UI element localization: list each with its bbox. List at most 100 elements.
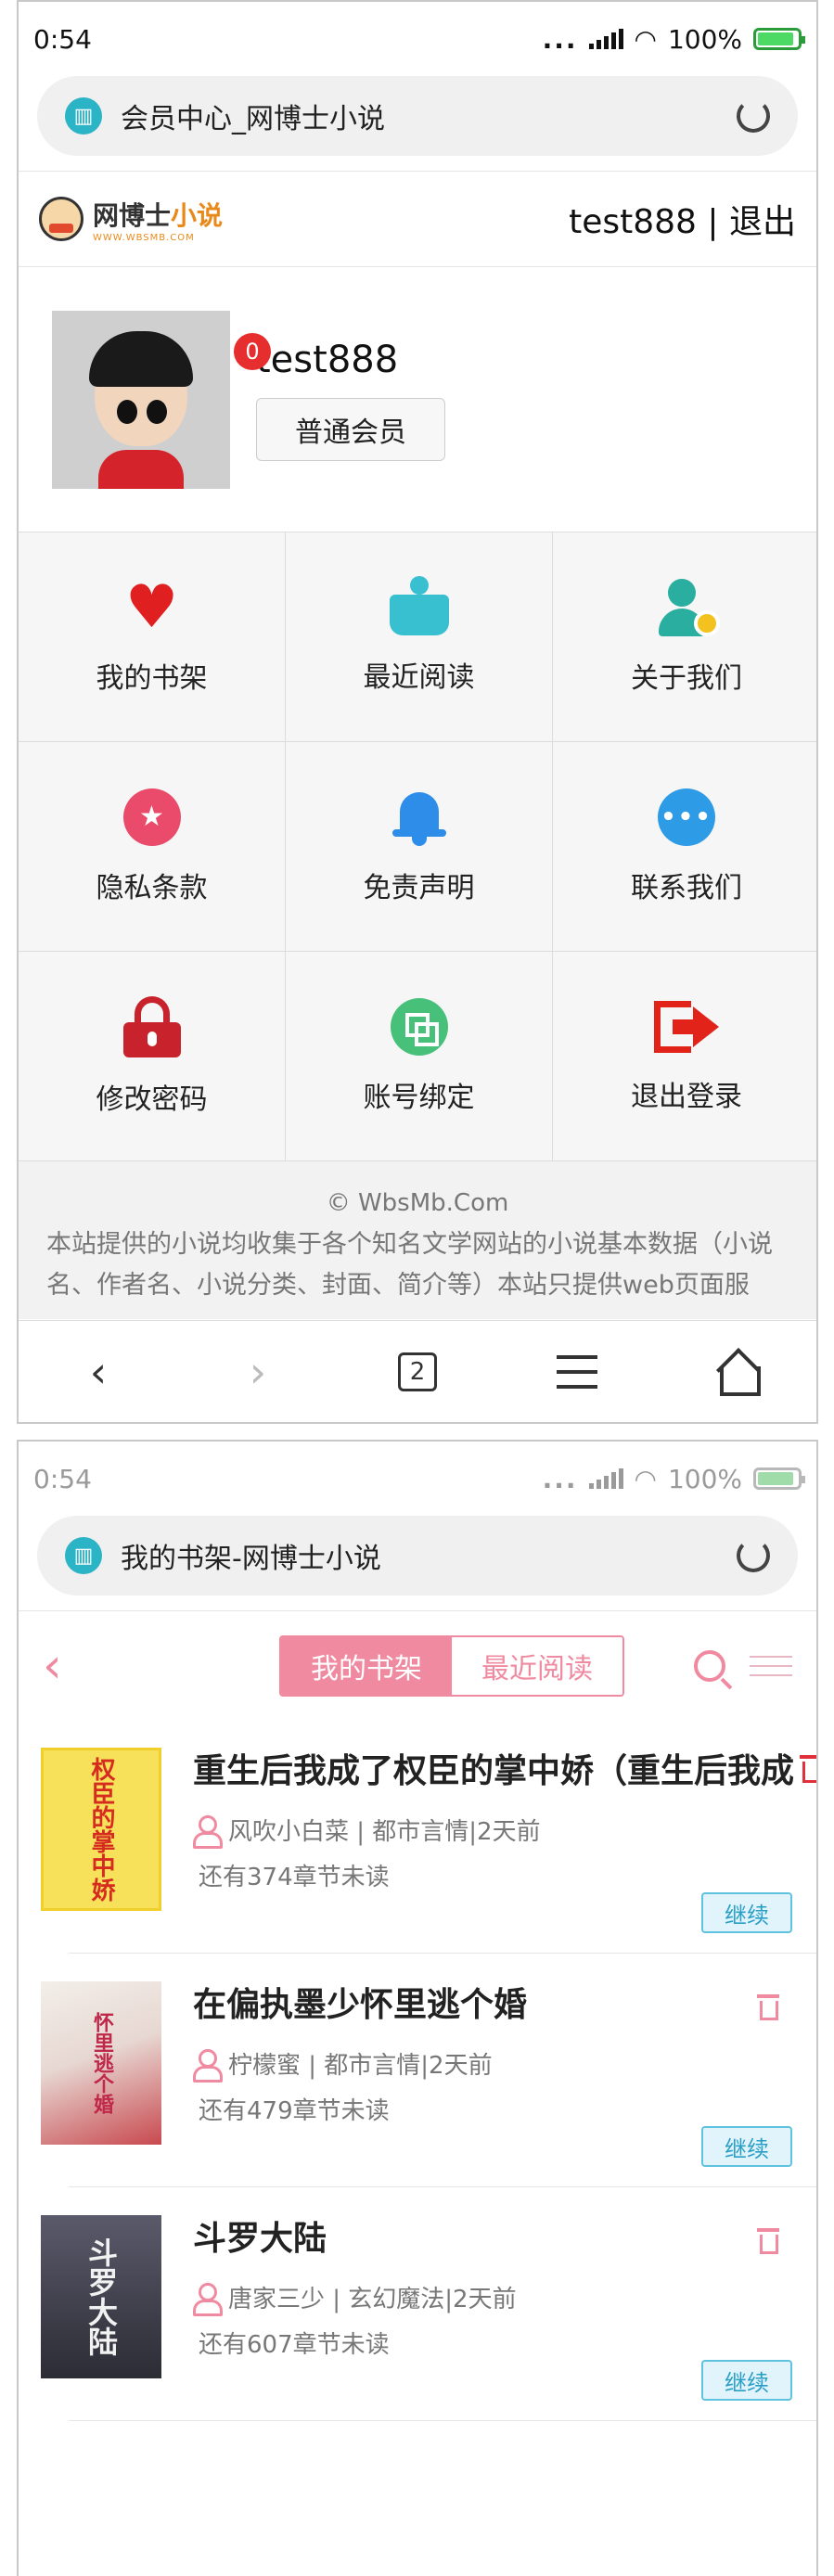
menu-label: 我的书架 [96,661,208,695]
cover-text: 怀里逃个婚 [90,2012,113,2114]
menu-privacy-terms[interactable]: ★ 隐私条款 [19,742,286,952]
header-logout-link[interactable]: 退出 [729,203,796,241]
site-footer: © WbsMb.Com 本站提供的小说均收集于各个知名文学网站的小说基本数据（小… [19,1161,816,1319]
book-cover[interactable]: 权臣的掌中娇 [41,1748,161,1911]
menu-label: 隐私条款 [96,871,208,904]
book-meta: 风吹小白菜 | 都市言情|2天前 [193,1813,816,1849]
footer-disclaimer: 本站提供的小说均收集于各个知名文学网站的小说基本数据（小说名、作者名、小说分类、… [46,1230,773,1300]
continue-button[interactable]: 继续 [701,2360,792,2401]
logo-reader-icon [39,197,83,241]
shelf-tabs: 我的书架 最近阅读 [279,1634,624,1697]
book-item[interactable]: 权臣的掌中娇 重生后我成了权臣的掌中娇（重生后我成 风吹小白菜 | 都市言情|2… [41,1720,816,1954]
avatar[interactable] [52,310,230,489]
author-icon [193,1814,223,1849]
book-item[interactable]: 斗罗大陆 斗罗大陆 唐家三少 | 玄幻魔法|2天前 还有607章节未读 继续 [41,2187,816,2421]
menu-label: 修改密码 [96,1083,208,1116]
home-icon[interactable] [699,1335,774,1409]
continue-button[interactable]: 继续 [701,2126,792,2167]
book-meta: 柠檬蜜 | 都市言情|2天前 [193,2046,816,2083]
header-tools [694,1649,792,1682]
address-bar[interactable]: ▥ 我的书架-网博士小说 [37,1516,798,1596]
book-cover[interactable]: 怀里逃个婚 [41,1981,161,2145]
reload-icon[interactable] [737,99,770,133]
menu-logout[interactable]: 退出登录 [553,952,816,1161]
menu-icon[interactable] [540,1335,614,1409]
menu-account-binding[interactable]: 账号绑定 [286,952,553,1161]
book-unread-count: 还有374章节未读 [199,1864,390,1891]
menu-label: 退出登录 [631,1080,742,1113]
book-cover[interactable]: 斗罗大陆 [41,2215,161,2378]
book-title[interactable]: 斗罗大陆 [193,2215,816,2263]
menu-icon[interactable] [750,1655,792,1676]
notification-dots-icon: ... [542,1463,578,1494]
link-squares-icon [390,997,448,1056]
book-unread-count: 还有479章节未读 [199,2097,390,2125]
browser-nav-bar: ‹ › 2 [19,1320,816,1422]
book-info: 重生后我成了权臣的掌中娇（重生后我成 风吹小白菜 | 都市言情|2天前 还有37… [193,1748,816,1954]
tab-recent-reading[interactable]: 最近阅读 [452,1636,622,1695]
member-menu-grid: ♥ 我的书架 最近阅读 关于我们 ★ 隐私条款 免责声明 ••• 联系我们 修改… [19,532,816,1161]
forward-icon[interactable]: › [221,1335,295,1409]
back-icon[interactable]: ‹ [61,1335,135,1409]
wifi-icon: ◠ [634,1463,657,1494]
menu-about-us[interactable]: 关于我们 [553,532,816,742]
address-bar[interactable]: ▥ 会员中心_网博士小说 [37,76,798,156]
tab-count: 2 [398,1352,437,1391]
signal-icon [588,29,623,49]
book-author-category: 柠檬蜜 | 都市言情|2天前 [228,2052,493,2080]
battery-icon [753,28,805,50]
bookshelf-screen: 0:54 ... ◠ 100% ▥ 我的书架-网博士小说 ‹ 我的书架 最近阅读… [17,1440,818,2576]
menu-recent-reading[interactable]: 最近阅读 [286,532,553,742]
search-icon[interactable] [694,1649,725,1682]
battery-percent: 100% [667,1463,742,1494]
book-icon: ▥ [65,97,102,135]
book-unread-count: 还有607章节未读 [199,2331,390,2359]
menu-change-password[interactable]: 修改密码 [19,952,286,1161]
book-meta: 唐家三少 | 玄幻魔法|2天前 [193,2280,816,2316]
trash-icon[interactable] [757,1994,779,2020]
status-icons: ... ◠ 100% [543,23,805,55]
tabs-button[interactable]: 2 [380,1335,455,1409]
back-arrow-icon[interactable]: ‹ [43,1638,80,1694]
book-title[interactable]: 在偏执墨少怀里逃个婚 [193,1981,816,2030]
delete-icon[interactable] [800,1755,816,1783]
tab-bookshelf[interactable]: 我的书架 [281,1636,452,1695]
profile-username: test888 [256,338,399,381]
status-time: 0:54 [33,1463,92,1494]
page-title: 我的书架-网博士小说 [121,1543,381,1575]
wifi-icon: ◠ [634,23,657,55]
logo-subtext: WWW.WBSMB.COM [93,232,195,243]
lock-icon [122,995,181,1057]
signal-icon [588,1468,623,1489]
book-info: 斗罗大陆 唐家三少 | 玄幻魔法|2天前 还有607章节未读 继续 [193,2215,816,2421]
bell-icon [391,788,448,846]
logo-main-text: 网博士 [93,199,172,231]
book-info: 在偏执墨少怀里逃个婚 柠檬蜜 | 都市言情|2天前 还有479章节未读 继续 [193,1981,816,2187]
bookshelf-header: ‹ 我的书架 最近阅读 [19,1610,816,1720]
menu-label: 最近阅读 [363,660,475,694]
status-icons: ... ◠ 100% [542,1463,805,1494]
logout-icon [654,999,719,1055]
continue-button[interactable]: 继续 [701,1892,792,1933]
header-username-link[interactable]: test888 [569,203,697,241]
menu-disclaimer[interactable]: 免责声明 [286,742,553,952]
menu-label: 联系我们 [631,871,742,904]
site-header: 网博士小说 WWW.WBSMB.COM test888 | 退出 [19,171,816,267]
member-center-screen: 0:54 ... ◠ 100% ▥ 会员中心_网博士小说 网博士小说 WWW.W… [17,0,818,1424]
menu-contact-us[interactable]: ••• 联系我们 [553,742,816,952]
footer-copyright: © WbsMb.Com [326,1189,509,1217]
book-title[interactable]: 重生后我成了权臣的掌中娇（重生后我成 [193,1748,816,1796]
cover-text: 权臣的掌中娇 [87,1757,115,1902]
member-level-button[interactable]: 普通会员 [256,397,445,461]
menu-label: 关于我们 [631,661,742,695]
star-badge-icon: ★ [122,788,181,846]
trash-icon[interactable] [757,2228,779,2254]
chat-bubble-icon: ••• [658,788,715,846]
site-logo[interactable]: 网博士小说 WWW.WBSMB.COM [39,196,223,243]
page-title: 会员中心_网博士小说 [121,103,385,135]
book-item[interactable]: 怀里逃个婚 在偏执墨少怀里逃个婚 柠檬蜜 | 都市言情|2天前 还有479章节未… [41,1954,816,2187]
book-icon: ▥ [65,1537,102,1574]
menu-bookshelf[interactable]: ♥ 我的书架 [19,532,286,742]
reload-icon[interactable] [737,1539,770,1572]
message-count-badge[interactable]: 0 [234,332,271,370]
